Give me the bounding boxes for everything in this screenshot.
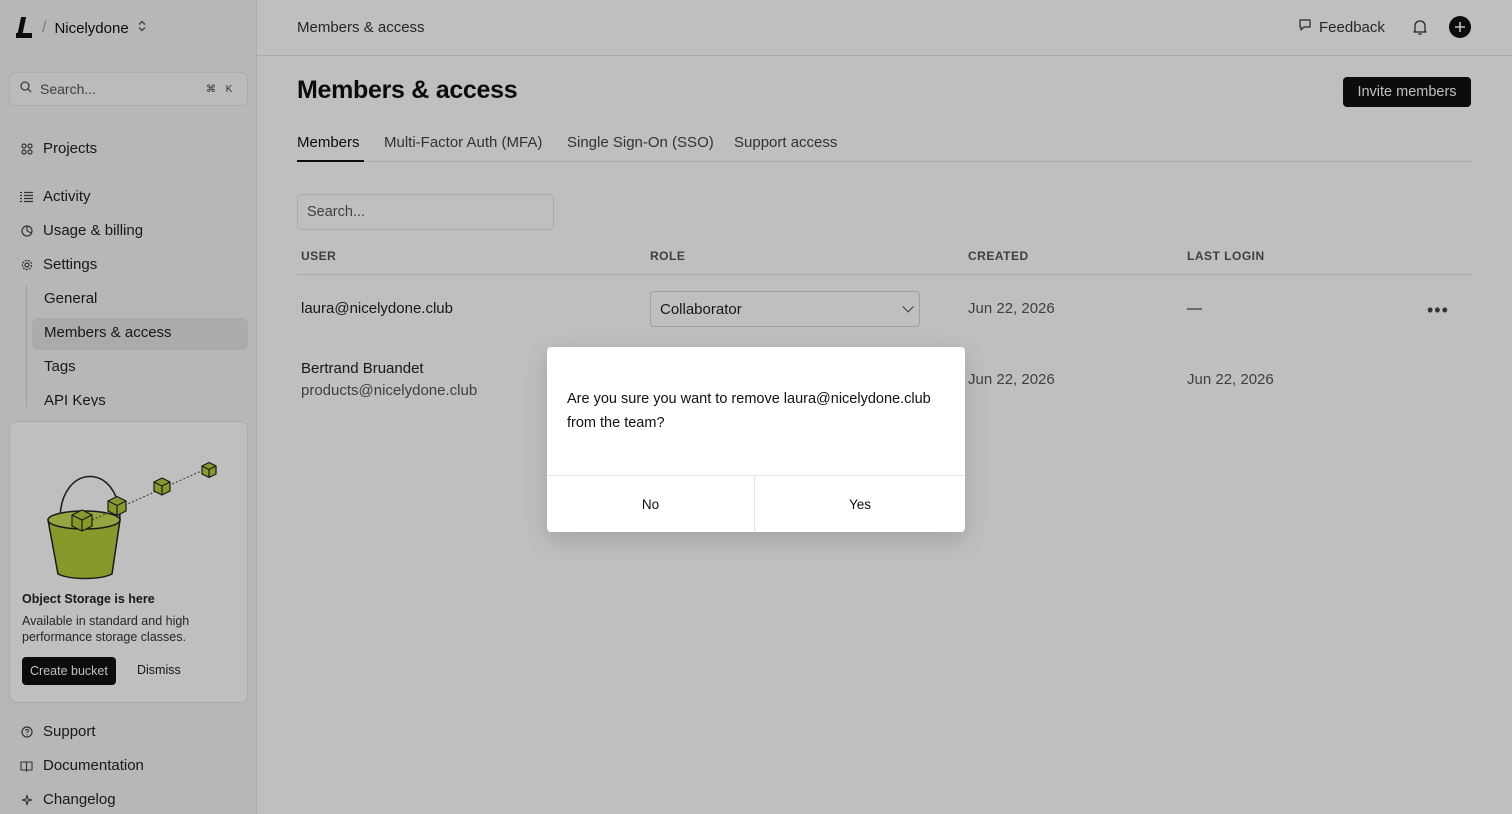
no-button[interactable]: No — [547, 476, 754, 532]
yes-button[interactable]: Yes — [755, 476, 965, 532]
confirm-remove-dialog: Are you sure you want to remove laura@ni… — [547, 347, 965, 532]
dialog-message: Are you sure you want to remove laura@ni… — [567, 391, 931, 431]
